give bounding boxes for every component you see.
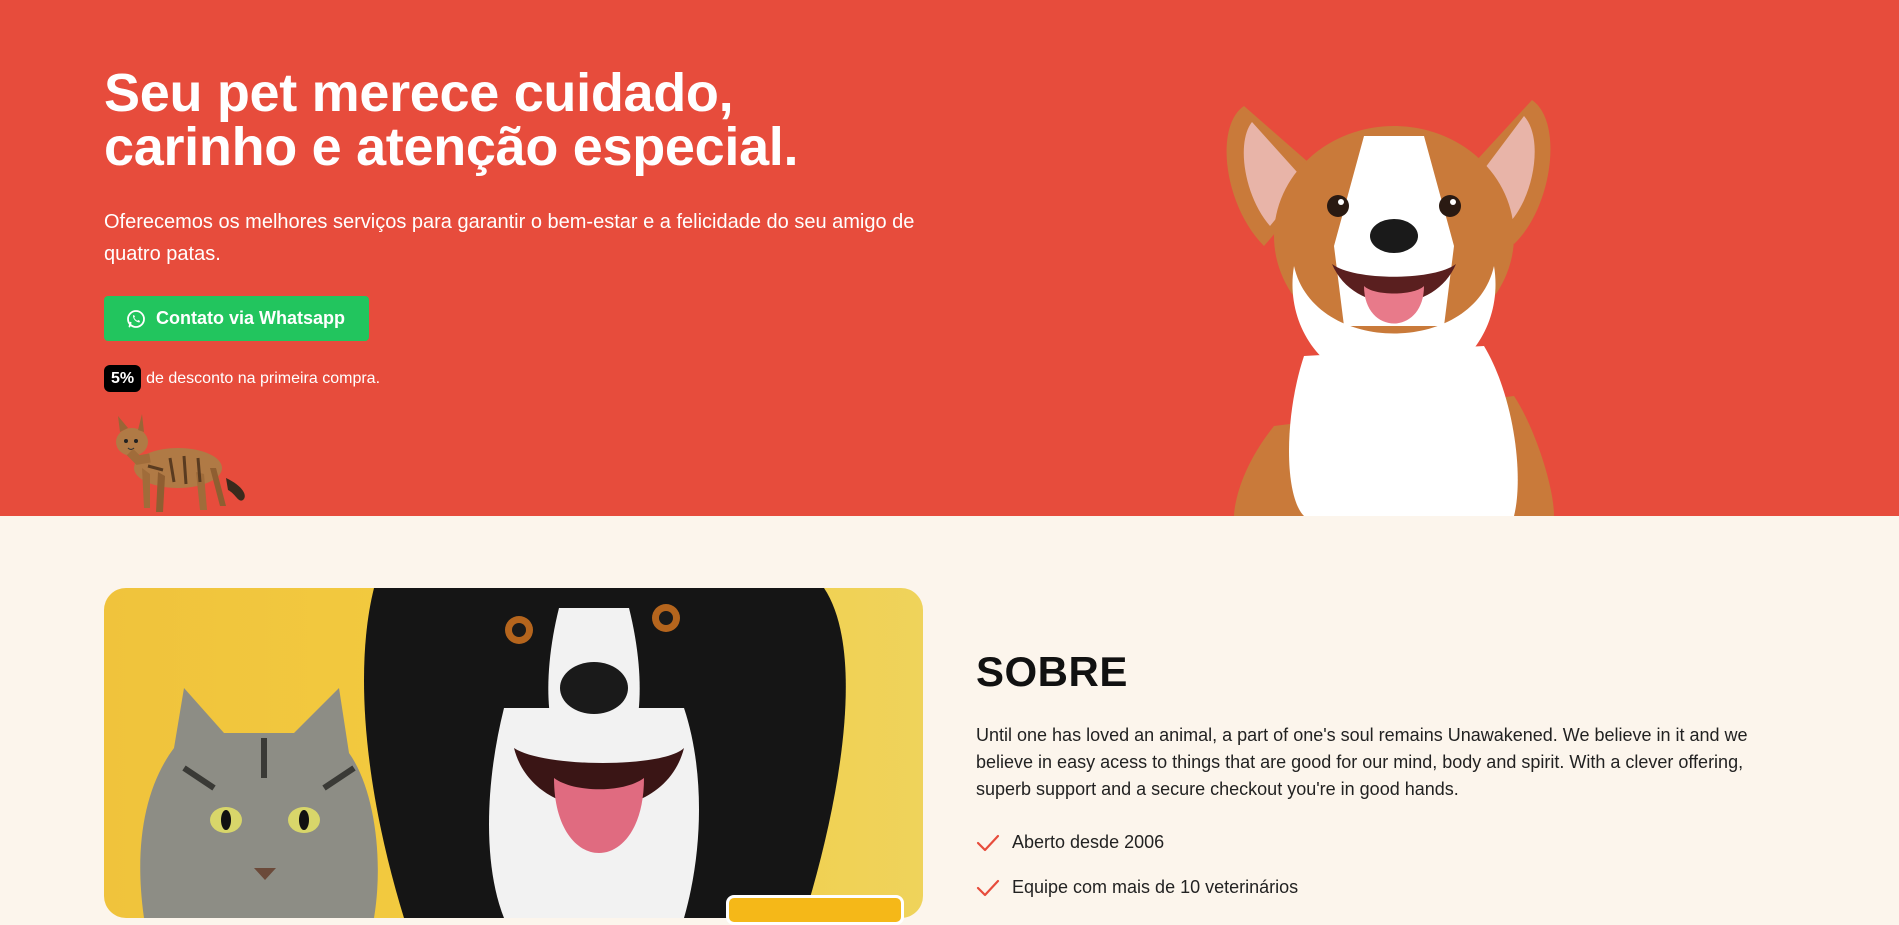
overlay-card [726, 895, 904, 925]
feature-label: Equipe com mais de 10 veterinários [1012, 877, 1299, 897]
feature-item: Aberto desde 2006 [976, 832, 1164, 853]
hero-title-line-2: carinho e atenção especial. [104, 117, 799, 177]
feature-label: Aberto desde 2006 [1012, 832, 1165, 852]
about-title: SOBRE [976, 648, 1128, 695]
hero-title: Seu pet merece cuidado, carinho e atençã… [104, 66, 1004, 174]
hero-title-line-1: Seu pet merece cuidado, [104, 63, 734, 123]
check-icon [976, 833, 1000, 853]
whatsapp-contact-button[interactable]: Contato via Whatsapp [104, 296, 369, 341]
whatsapp-button-label: Contato via Whatsapp [156, 308, 346, 328]
feature-item: Equipe com mais de 10 veterinários [976, 877, 1298, 898]
corgi-dog-image [1214, 96, 1584, 516]
discount-badge: 5% [104, 365, 142, 392]
discount-text: de desconto na primeira compra. [146, 369, 381, 387]
hero-subtitle: Oferecemos os melhores serviços para gar… [104, 211, 915, 265]
discount-note: 5% de desconto na primeira compra. [104, 365, 380, 392]
dog-and-cat-image [104, 588, 923, 918]
about-text: Until one has loved an animal, a part of… [976, 725, 1748, 799]
check-icon [976, 878, 1000, 898]
hero-section: Seu pet merece cuidado, carinho e atençã… [0, 0, 1899, 516]
whatsapp-icon [126, 309, 146, 329]
cat-image [108, 408, 250, 516]
